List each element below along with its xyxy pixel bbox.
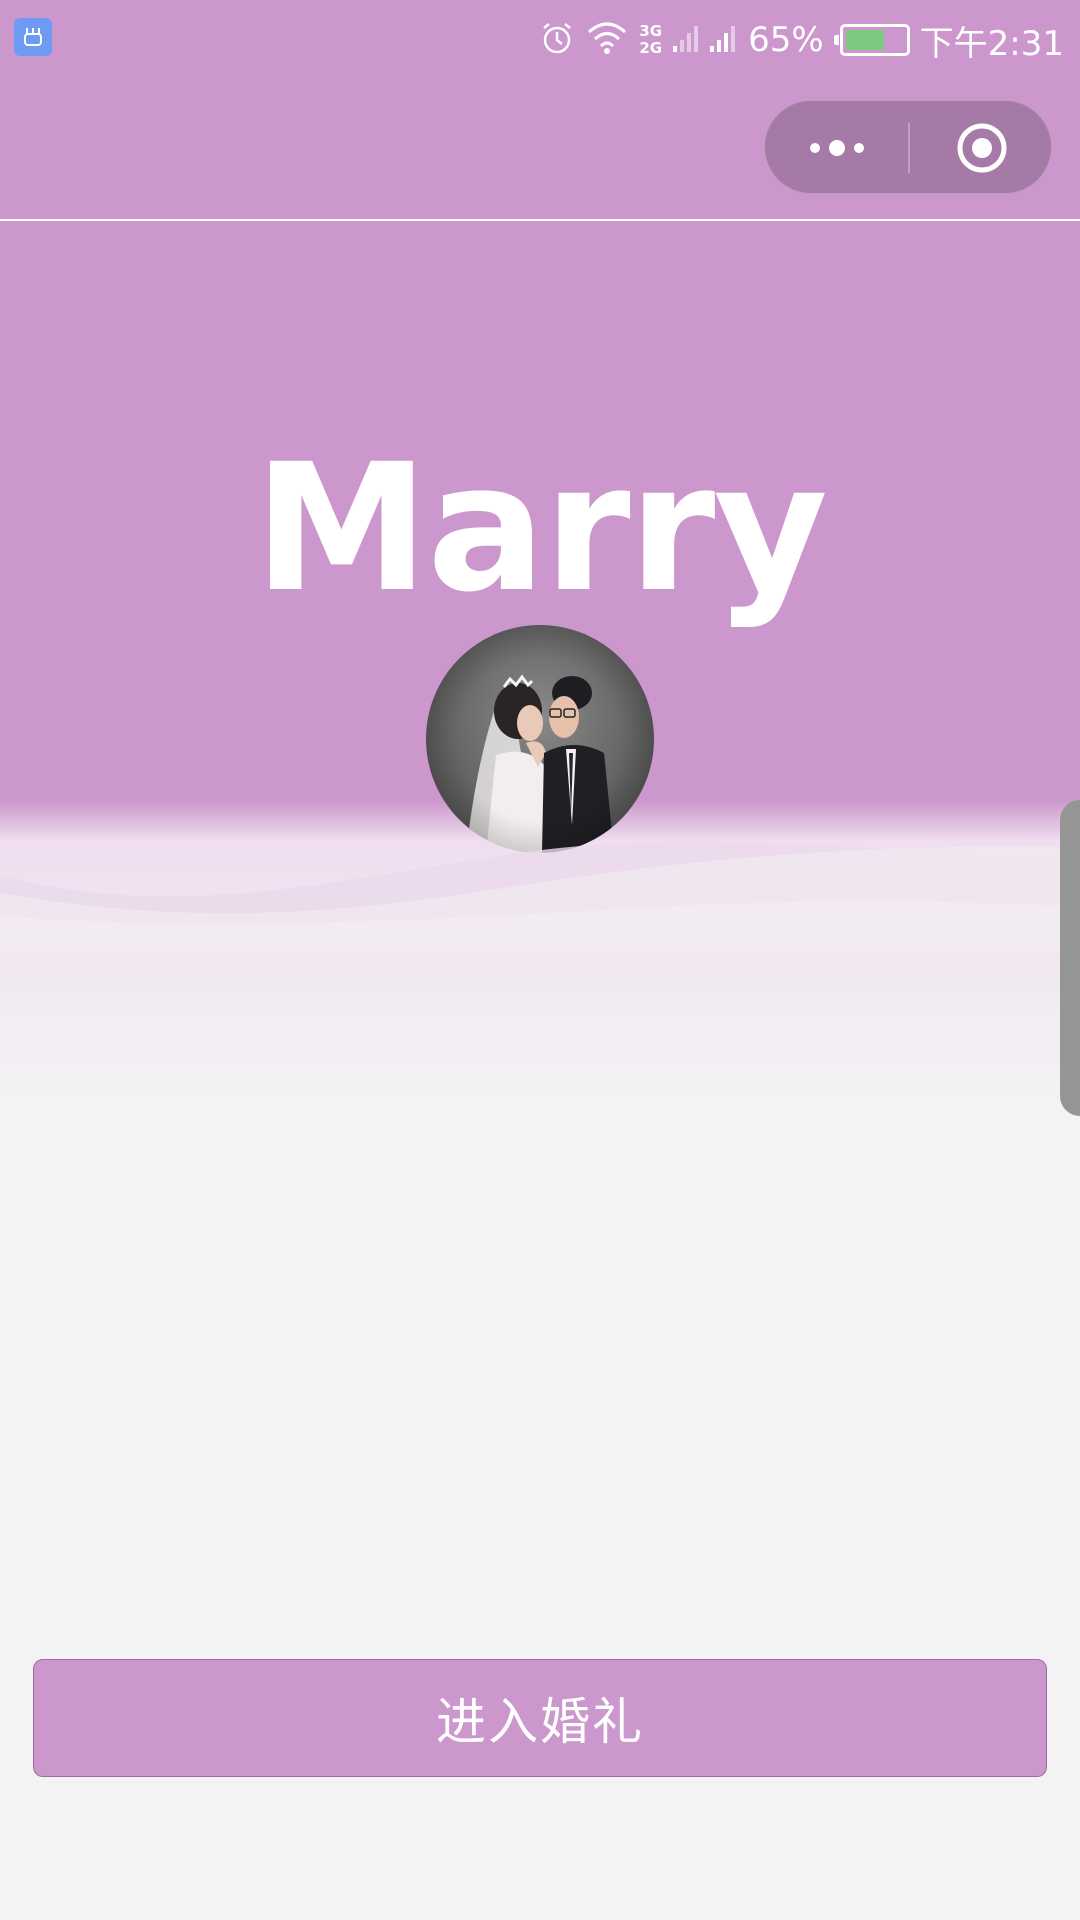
signal-icon: [708, 20, 738, 60]
side-drawer-handle[interactable]: [1060, 800, 1080, 1116]
alarm-icon: [539, 20, 575, 60]
battery-level-fill: [845, 30, 884, 50]
battery-nub: [833, 35, 839, 45]
more-dots-icon[interactable]: [765, 101, 908, 195]
wifi-icon: [585, 20, 629, 60]
hero-title: Marry: [253, 426, 828, 631]
network-type-top: 3G: [639, 22, 663, 40]
battery-icon: [833, 24, 910, 56]
target-close-icon[interactable]: [910, 101, 1053, 195]
app-badge-icon: [14, 18, 52, 56]
hero-wave: [0, 841, 1080, 951]
status-time: 下午2:31: [919, 23, 1064, 64]
network-type-indicator: 3G 2G: [639, 23, 662, 57]
menu-capsule: [764, 100, 1052, 194]
status-icons: 3G 2G 65% 下午2:31: [539, 0, 1064, 80]
hero-section: Marry: [0, 221, 1080, 1201]
nav-bar: [0, 80, 1080, 221]
status-bar: 3G 2G 65% 下午2:31: [0, 0, 1080, 80]
enter-wedding-button[interactable]: 进入婚礼: [33, 1659, 1047, 1777]
signal-icon-secondary: [672, 20, 699, 60]
network-type-bottom: 2G: [639, 39, 663, 57]
battery-percent: 65%: [748, 20, 824, 60]
